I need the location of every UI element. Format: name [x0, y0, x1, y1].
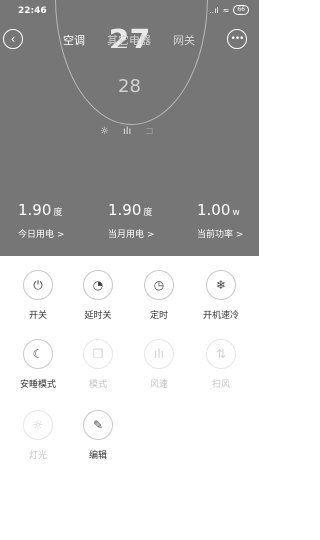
clock-icon: ◷ — [144, 270, 174, 300]
control-label: 编辑 — [88, 451, 107, 461]
stat-label: 今日用电 > — [18, 230, 65, 240]
light-control[interactable]: ☼ 灯光 — [8, 410, 68, 461]
device-panel: 22:46 ..ıl ≈ 66 27 28 ‹ 空调 其它电器 网关 ••• ☼… — [0, 0, 259, 256]
stat-today[interactable]: 1.90 度 今日用电 > — [18, 200, 64, 240]
stat-value: 1.00 — [197, 201, 231, 219]
wind-speed-control[interactable]: ılı 风速 — [129, 339, 189, 390]
tab-air-conditioner[interactable]: 空调 — [63, 32, 85, 48]
swing-control[interactable]: ⇅ 扫风 — [191, 339, 251, 390]
sleep-mode-control[interactable]: ☾ 安睡模式 — [8, 339, 68, 390]
tab-bar: 空调 其它电器 网关 — [63, 32, 195, 48]
timer-off-icon: ◔ — [83, 270, 113, 300]
stat-unit: 度 — [143, 208, 153, 218]
control-label: 安睡模式 — [19, 380, 56, 390]
battery-icon: 66 — [233, 5, 249, 15]
stat-label: 当月用电 > — [108, 230, 155, 240]
stat-unit: w — [232, 208, 240, 218]
signal-icon: ..ıl — [209, 5, 219, 15]
edit-pencil-icon: ✎ — [83, 410, 113, 440]
more-dots-icon: ••• — [230, 34, 245, 44]
control-label: 延时关 — [84, 311, 112, 321]
fan-speed-icon: ılı — [122, 126, 132, 137]
moon-icon: ☾ — [23, 339, 53, 369]
quick-cool-control[interactable]: ❄ 开机速冷 — [191, 270, 251, 321]
more-button[interactable]: ••• — [227, 29, 247, 49]
edit-control[interactable]: ✎ 编辑 — [68, 410, 128, 461]
top-nav: ‹ 空调 其它电器 网关 ••• — [0, 26, 259, 54]
tab-gateway[interactable]: 网关 — [173, 32, 195, 48]
power-control[interactable]: ⏻ 开关 — [8, 270, 68, 321]
back-button[interactable]: ‹ — [3, 29, 23, 49]
control-label: 灯光 — [28, 451, 47, 461]
stat-month[interactable]: 1.90 度 当月用电 > — [108, 200, 154, 240]
schedule-control[interactable]: ◷ 定时 — [129, 270, 189, 321]
control-label: 风速 — [149, 380, 168, 390]
mode-control[interactable]: ❐ 模式 — [68, 339, 128, 390]
wind-speed-icon: ılı — [144, 339, 174, 369]
control-label: 扫风 — [211, 380, 230, 390]
mode-icon: ⊐ — [145, 126, 154, 137]
status-time: 22:46 — [18, 6, 47, 16]
room-temperature: 28 — [118, 76, 141, 97]
tab-other-appliances[interactable]: 其它电器 — [107, 32, 151, 48]
stat-unit: 度 — [53, 208, 63, 218]
stat-power[interactable]: 1.00 w 当前功率 > — [197, 200, 243, 240]
mode-icon: ❐ — [83, 339, 113, 369]
status-icons: ..ıl ≈ 66 — [209, 5, 249, 15]
mode-indicators: ☼ ılı ⊐ — [100, 126, 154, 137]
chevron-left-icon: ‹ — [10, 32, 16, 46]
snowflake-icon: ❄ — [206, 270, 236, 300]
sun-icon: ☼ — [100, 126, 109, 137]
control-label: 开机速冷 — [202, 311, 239, 321]
temperature-dial[interactable] — [55, 0, 208, 125]
control-label: 模式 — [88, 380, 107, 390]
control-label: 定时 — [149, 311, 168, 321]
control-label: 开关 — [28, 311, 47, 321]
wifi-icon: ≈ — [222, 5, 230, 15]
light-bulb-icon: ☼ — [23, 410, 53, 440]
stat-value: 1.90 — [108, 201, 142, 219]
stat-value: 1.90 — [18, 201, 52, 219]
power-icon: ⏻ — [23, 270, 53, 300]
stat-label: 当前功率 > — [197, 230, 244, 240]
delay-off-control[interactable]: ◔ 延时关 — [68, 270, 128, 321]
swing-icon: ⇅ — [206, 339, 236, 369]
